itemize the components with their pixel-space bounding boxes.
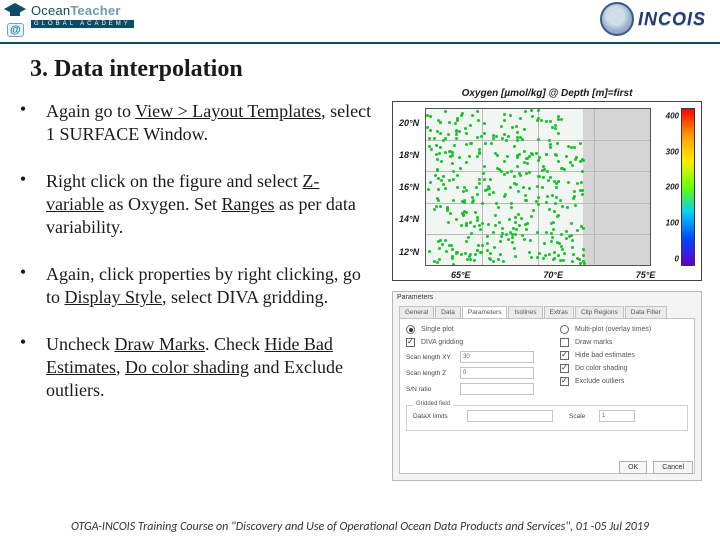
bullet-item: • Again, click properties by right click… [18,263,373,309]
slide-footer: OTGA-INCOIS Training Course on "Discover… [0,520,720,534]
field-scan-z[interactable]: 0 [460,367,534,379]
dialog-tabs: General Data Parameters Isolines Extras … [393,292,701,318]
gradcap-icon: @ [3,1,27,21]
ytick: 14°N [399,214,419,224]
xtick: 75°E [636,270,656,280]
colorbar-tick: 200 [666,183,679,192]
radio-multi[interactable] [560,325,569,334]
chk-diva[interactable] [406,338,415,347]
ytick: 18°N [399,150,419,160]
scatter-layer [426,109,650,265]
globe-icon [600,2,634,36]
properties-dialog: Parameters General Data Parameters Isoli… [392,291,702,481]
chk-hide[interactable] [560,351,569,360]
cancel-button[interactable]: Cancel [653,461,693,474]
logo-oceanteacher: @ OceanTeacher GLOBAL ACADEMY [3,1,134,28]
colorbar-tick: 0 [675,254,679,263]
radio-row[interactable]: Multi-plot (overlay times) [560,325,688,334]
bullet-text: Uncheck Draw Marks. Check Hide Bad Estim… [46,333,373,402]
chk-exclude[interactable] [560,377,569,386]
bullet-text: Again go to View > Layout Templates, sel… [46,100,373,146]
bullet-item: • Again go to View > Layout Templates, s… [18,100,373,146]
ytick: 16°N [399,182,419,192]
plot-title: Oxygen [µmol/kg] @ Depth [m]=first [392,88,702,99]
figure-area: Oxygen [µmol/kg] @ Depth [m]=first 20°N … [392,88,702,481]
bullet-marker: • [18,263,28,283]
logo-incois: INCOIS [600,2,706,36]
at-badge: @ [7,23,24,37]
bullet-marker: • [18,100,28,120]
map-plot: 20°N 18°N 16°N 14°N 12°N 65°E 70°E 75°E … [392,101,702,281]
colorbar-tick: 100 [666,219,679,228]
field-sn[interactable] [460,383,534,395]
ytick: 20°N [399,118,419,128]
dialog-title: Parameters [397,294,433,301]
brand-title: OceanTeacher [31,3,134,18]
ytick: 12°N [399,247,419,257]
chk-color[interactable] [560,364,569,373]
incois-label: INCOIS [638,9,706,30]
group-gridded: Gridded field DataX limits Scale1 [406,405,688,431]
slide-title: 3. Data interpolation [30,56,243,83]
dialog-panel: Single plot DIVA gridding Scan length XY… [399,318,695,474]
field-scan-xy[interactable]: 30 [460,351,534,363]
radio-row[interactable]: Single plot [406,325,534,334]
tab-parameters[interactable]: Parameters [462,306,508,318]
tab-filter[interactable]: Data Filter [625,306,667,318]
tab-data[interactable]: Data [435,306,461,318]
xtick: 70°E [543,270,563,280]
header-bar: @ OceanTeacher GLOBAL ACADEMY INCOIS [0,0,720,44]
tab-clip[interactable]: Clip Regions [575,306,624,318]
radio-single[interactable] [406,325,415,334]
bullet-list: • Again go to View > Layout Templates, s… [18,100,373,426]
bullet-text: Right click on the figure and select Z-v… [46,170,373,239]
tab-extras[interactable]: Extras [544,306,574,318]
chk-marks[interactable] [560,338,569,347]
bullet-item: • Uncheck Draw Marks. Check Hide Bad Est… [18,333,373,402]
colorbar-tick: 300 [666,147,679,156]
bullet-item: • Right click on the figure and select Z… [18,170,373,239]
tab-general[interactable]: General [399,306,434,318]
ok-button[interactable]: OK [619,461,647,474]
tab-isolines[interactable]: Isolines [508,306,542,318]
field-scale[interactable]: 1 [599,410,635,422]
plot-axes [425,108,651,266]
colorbar [681,108,695,266]
colorbar-tick: 400 [666,112,679,121]
bullet-text: Again, click properties by right clickin… [46,263,373,309]
brand-subtitle: GLOBAL ACADEMY [31,20,134,28]
field-datax[interactable] [467,410,553,422]
xtick: 65°E [451,270,471,280]
chk-row[interactable]: DIVA gridding [406,338,534,347]
bullet-marker: • [18,333,28,353]
bullet-marker: • [18,170,28,190]
